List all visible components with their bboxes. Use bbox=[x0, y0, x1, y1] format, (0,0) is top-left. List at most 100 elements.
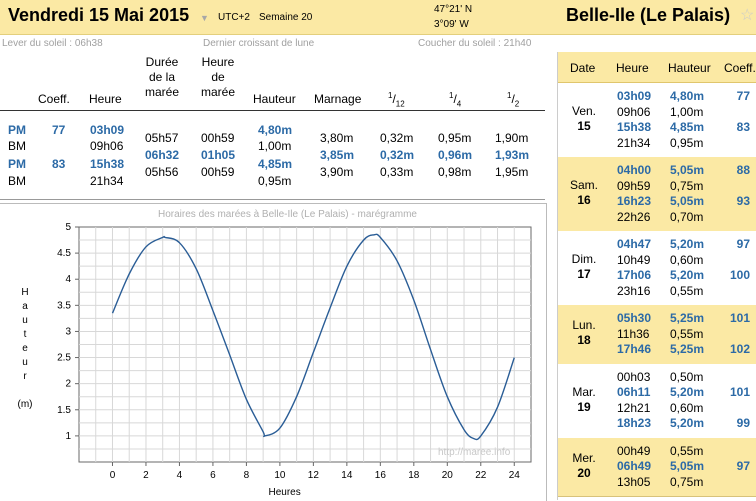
y-axis-label-letter: t bbox=[24, 329, 27, 340]
week-label: Semaine 20 bbox=[259, 12, 313, 23]
table-bottom-divider bbox=[0, 199, 545, 200]
tide-time: 00h03 bbox=[617, 369, 651, 384]
y-axis-unit: (m) bbox=[18, 399, 33, 410]
tide-coeff: 99 bbox=[736, 416, 750, 430]
tide-height: 0,60m bbox=[670, 252, 704, 267]
tide-height: 4,85m bbox=[670, 120, 705, 134]
day-block: Lun. 18 05h30 5,25m 101 11h36 0,55m 17h46 5,25m 1… bbox=[558, 305, 756, 365]
col-coeff: Coeff. bbox=[724, 61, 756, 75]
tide-coeff: 101 bbox=[729, 311, 750, 325]
latitude: 47°21' N bbox=[434, 4, 473, 15]
tide-time: 06h49 bbox=[617, 459, 652, 473]
tide-coeff: 93 bbox=[736, 194, 750, 208]
tide-time: 15h38 bbox=[617, 120, 652, 134]
tide-time: 16h23 bbox=[617, 194, 652, 208]
day-block: Ven. 15 03h09 4,80m 77 09h06 1,00m 15h38 4,85m 83… bbox=[558, 83, 756, 158]
x-tick-label: 10 bbox=[274, 470, 286, 481]
day-label: Sam. 16 bbox=[558, 178, 610, 208]
col-hauteur: Hauteur bbox=[668, 61, 711, 75]
tide-time: 13h05 bbox=[617, 474, 651, 489]
x-tick-label: 0 bbox=[110, 470, 116, 481]
day-number: 17 bbox=[577, 267, 591, 281]
day-name: Lun. bbox=[572, 318, 596, 333]
day-name: Mer. bbox=[572, 450, 596, 465]
tide-height: 0,55m bbox=[670, 443, 704, 458]
x-tick-label: 18 bbox=[408, 470, 420, 481]
day-number: 19 bbox=[577, 399, 591, 414]
tide-height: 0,50m bbox=[670, 369, 704, 384]
day-name: Dim. bbox=[571, 252, 597, 266]
tide-height: 5,20m bbox=[670, 237, 705, 251]
week-tides-header: Date Heure Hauteur Coeff. bbox=[558, 52, 756, 83]
y-tick-label: 2.5 bbox=[57, 353, 71, 364]
y-tick-label: 3.5 bbox=[57, 300, 71, 311]
y-axis-label-letter: u bbox=[22, 315, 28, 326]
day-label: Mer. 20 bbox=[558, 451, 610, 481]
x-tick-label: 4 bbox=[177, 470, 183, 481]
tide-height: 0,60m bbox=[670, 400, 704, 415]
col-date: Date bbox=[570, 61, 596, 75]
tide-coeff: 83 bbox=[736, 120, 750, 134]
tide-height: 5,20m bbox=[670, 268, 705, 282]
watermark: http://maree.info bbox=[438, 447, 511, 458]
day-block: Sam. 16 04h00 5,05m 88 09h59 0,75m 16h23 5,05m 93… bbox=[558, 157, 756, 232]
header-duree: Durée de la marée bbox=[144, 55, 179, 99]
date-title: Vendredi 15 Mai 2015 bbox=[8, 5, 190, 25]
tide-height: 0,70m bbox=[670, 209, 704, 224]
y-tick-label: 4.5 bbox=[57, 248, 71, 259]
x-tick-label: 6 bbox=[210, 470, 216, 481]
header-hauteur: Hauteur bbox=[253, 92, 296, 106]
y-tick-label: 1 bbox=[65, 431, 71, 442]
favorite-star-icon[interactable]: ☆ bbox=[740, 5, 754, 25]
tide-time: 23h16 bbox=[617, 283, 651, 298]
header-divider bbox=[0, 110, 545, 111]
x-tick-label: 22 bbox=[475, 470, 487, 481]
header-heure: Heure bbox=[89, 92, 122, 106]
y-tick-label: 5 bbox=[65, 222, 71, 233]
tide-height: 5,05m bbox=[670, 163, 705, 177]
x-tick-label: 24 bbox=[509, 470, 521, 481]
tide-time: 04h47 bbox=[617, 237, 652, 251]
day-block: Dim. 17 04h47 5,20m 97 10h49 0,60m 17h06 5,20m 10… bbox=[558, 231, 756, 306]
tide-time: 00h49 bbox=[617, 443, 651, 458]
x-axis-label: Heures bbox=[269, 487, 301, 498]
tide-height: 5,25m bbox=[670, 311, 705, 325]
tide-time: 21h34 bbox=[617, 135, 651, 150]
tide-time: 17h46 bbox=[617, 342, 652, 356]
day-name: Mar. bbox=[572, 384, 596, 399]
x-tick-label: 20 bbox=[442, 470, 454, 481]
x-tick-label: 2 bbox=[143, 470, 149, 481]
tide-height: 0,75m bbox=[670, 474, 704, 489]
tide-time: 11h36 bbox=[617, 326, 650, 341]
day-name: Sam. bbox=[569, 178, 598, 192]
tide-coeff: 101 bbox=[729, 385, 750, 399]
header-twelfth: 1/12 bbox=[388, 91, 405, 109]
y-tick-label: 1.5 bbox=[57, 405, 71, 416]
day-label: Ven. 15 bbox=[558, 104, 610, 134]
x-tick-label: 14 bbox=[341, 470, 353, 481]
tide-time: 22h26 bbox=[617, 209, 651, 224]
tide-coeff: 102 bbox=[729, 342, 750, 356]
tide-time: 17h06 bbox=[617, 268, 652, 282]
tide-coeff: 100 bbox=[729, 268, 750, 282]
top-bar: Vendredi 15 Mai 2015 ▼ UTC+2 Semaine 20 … bbox=[0, 0, 756, 35]
day-label: Dim. 17 bbox=[558, 252, 610, 282]
coordinates: 47°21' N 3°09' W bbox=[434, 2, 472, 32]
day-number: 16 bbox=[577, 193, 591, 207]
col-heure: Heure bbox=[616, 61, 649, 75]
longitude: 3°09' W bbox=[434, 19, 469, 30]
y-axis-label-letter: r bbox=[23, 371, 27, 382]
header-coeff: Coeff. bbox=[38, 92, 70, 106]
tide-height: 1,00m bbox=[670, 104, 704, 119]
tide-height: 4,80m bbox=[670, 89, 705, 103]
x-tick-label: 8 bbox=[244, 470, 250, 481]
timezone-label: UTC+2 bbox=[218, 12, 250, 23]
tide-height: 5,05m bbox=[670, 459, 705, 473]
x-tick-label: 16 bbox=[375, 470, 387, 481]
day-number: 20 bbox=[577, 465, 591, 480]
tide-height: 5,20m bbox=[670, 416, 705, 430]
tide-time: 12h21 bbox=[617, 400, 651, 415]
date-dropdown-icon[interactable]: ▼ bbox=[200, 13, 209, 23]
tide-height: 5,05m bbox=[670, 194, 705, 208]
y-axis-label-letter: H bbox=[21, 287, 28, 298]
